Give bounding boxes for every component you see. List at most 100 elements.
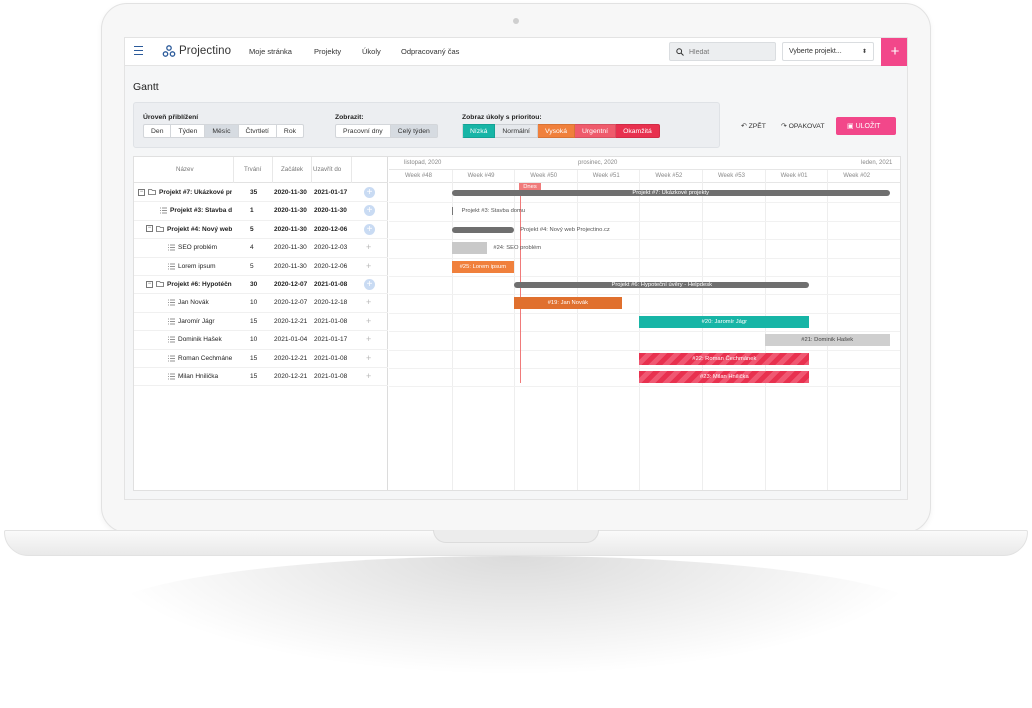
priority-low-button[interactable]: Nízká xyxy=(462,124,496,138)
add-subtask-icon[interactable]: + xyxy=(364,279,375,290)
gantt-bar[interactable] xyxy=(451,242,488,255)
priority-normal-button[interactable]: Normální xyxy=(495,124,538,138)
table-row[interactable]: Lorem ipsum 5 2020-11-30 2020-12-06 + xyxy=(134,258,388,276)
table-row[interactable]: − Projekt #6: Hypotéční 30 2020-12-07 2021-0… xyxy=(134,276,388,295)
month-label: prosinec, 2020 xyxy=(578,160,618,166)
table-row[interactable]: Projekt #3: Stavba don 1 2020-11-30 2020-11… xyxy=(134,202,388,221)
row-gridline xyxy=(389,349,900,351)
priority-urgent-button[interactable]: Urgentní xyxy=(575,124,617,138)
zoom-week-button[interactable]: Týden xyxy=(171,124,206,138)
week-label: Week #48 xyxy=(405,173,432,179)
redo-icon: ↷ xyxy=(781,123,789,130)
week-label: Week #49 xyxy=(467,173,495,179)
gantt-bar[interactable]: #21: Dominik Hašek xyxy=(764,334,890,347)
zoom-month-button[interactable]: Měsíc xyxy=(205,124,239,138)
nav-my-page[interactable]: Moje stránka xyxy=(249,47,292,56)
gantt-bar-label: Projekt #4: Nový web Projectino.cz xyxy=(520,226,610,233)
week-gridline xyxy=(702,170,703,490)
week-gridline xyxy=(451,170,453,490)
row-start: 2020-11-30 xyxy=(274,225,307,233)
gantt-bar-label: #19: Jan Novák xyxy=(547,300,588,307)
save-button[interactable]: ▣ ULOŽIT xyxy=(836,117,896,135)
task-list-icon xyxy=(168,299,175,306)
row-duration: 15 xyxy=(250,317,258,325)
table-row[interactable]: Roman Čechmánek 15 2020-12-21 2021-01-08 + xyxy=(134,350,388,368)
col-duration-header[interactable]: Trvání xyxy=(244,166,261,173)
add-button[interactable]: + xyxy=(881,38,907,66)
week-gridline xyxy=(764,170,766,490)
row-name: Jan Novák xyxy=(178,299,209,307)
gantt-milestone[interactable] xyxy=(451,207,453,216)
app-logo[interactable]: Projectino xyxy=(162,44,231,58)
gantt-bar[interactable]: #22: Roman Čechmánek xyxy=(639,352,810,365)
row-end: 2021-01-08 xyxy=(314,281,348,288)
add-subtask-icon[interactable]: + xyxy=(366,297,371,307)
gantt-bar[interactable]: #23: Milan Hnilička xyxy=(639,371,810,383)
zoom-day-button[interactable]: Den xyxy=(143,124,172,138)
gantt-bar-label: Projekt #6: Hypoteční úvěry - Helpdesk xyxy=(611,282,712,288)
folder-icon xyxy=(148,189,156,195)
table-row[interactable]: Jan Novák 10 2020-12-07 2020-12-18 + xyxy=(134,294,388,313)
add-subtask-icon[interactable]: + xyxy=(366,316,371,326)
collapse-toggle-icon[interactable]: − xyxy=(146,225,153,233)
collapse-toggle-icon[interactable]: − xyxy=(146,280,153,288)
table-row[interactable]: Dominik Hašek 10 2021-01-04 2021-01-17 + xyxy=(134,331,388,350)
row-start: 2020-12-21 xyxy=(274,373,308,380)
add-subtask-icon[interactable]: + xyxy=(366,242,371,252)
table-row[interactable]: SEO problém 4 2020-11-30 2020-12-03 + xyxy=(134,239,388,258)
gantt-bar[interactable]: #25: Lorem ipsum xyxy=(451,260,515,273)
table-row[interactable]: − Projekt #4: Nový web 5 2020-11-30 2020-12-… xyxy=(134,221,388,240)
nav-time-spent[interactable]: Odpracovaný čas xyxy=(401,47,459,56)
laptop-notch xyxy=(433,530,599,543)
month-label: leden, 2021 xyxy=(861,160,893,166)
table-row[interactable]: Jaromír Jágr 15 2020-12-21 2021-01-08 + xyxy=(134,313,388,332)
undo-icon: ↶ xyxy=(741,123,749,130)
app-screen: Projectino Moje stránka Projekty Úkoly O… xyxy=(124,37,908,500)
task-list-icon xyxy=(160,207,167,214)
search-box xyxy=(669,42,776,61)
row-duration: 4 xyxy=(250,244,254,252)
row-gridline xyxy=(389,368,900,369)
nav-projects[interactable]: Projekty xyxy=(314,47,341,56)
collapse-toggle-icon[interactable]: − xyxy=(138,188,145,196)
week-gridline xyxy=(514,170,516,490)
add-subtask-icon[interactable]: + xyxy=(364,223,375,235)
undo-button[interactable]: ↶ ZPĚT xyxy=(741,122,766,130)
table-row[interactable]: Milan Hnilička 15 2020-12-21 2021-01-08 + xyxy=(134,368,388,387)
add-subtask-icon[interactable]: + xyxy=(364,187,375,198)
workdays-button[interactable]: Pracovní dny xyxy=(335,124,391,138)
zoom-quarter-button[interactable]: Čtvrtletí xyxy=(238,124,277,138)
col-start-header[interactable]: Začátek xyxy=(281,166,303,173)
priority-immediate-button[interactable]: Okamžitá xyxy=(616,124,660,138)
add-subtask-icon[interactable]: + xyxy=(364,205,375,217)
week-label: Week #52 xyxy=(655,173,683,179)
search-input[interactable] xyxy=(689,46,769,58)
gantt-bar[interactable]: Projekt #7: Ukázkové projekty xyxy=(451,190,890,196)
row-name: Projekt #3: Stavba don xyxy=(170,207,232,215)
row-end: 2020-12-06 xyxy=(314,225,348,233)
priority-high-button[interactable]: Vysoká xyxy=(537,124,575,138)
nav-tasks[interactable]: Úkoly xyxy=(362,47,381,56)
zoom-year-button[interactable]: Rok xyxy=(276,124,305,138)
gantt-bar[interactable]: #19: Jan Novák xyxy=(514,297,622,310)
add-subtask-icon[interactable]: + xyxy=(366,353,371,363)
gantt-bar[interactable] xyxy=(451,226,515,233)
gantt-bar[interactable]: #20: Jaromír Jágr xyxy=(639,315,810,328)
gantt-bar[interactable]: Projekt #6: Hypoteční úvěry - Helpdesk xyxy=(514,282,810,288)
redo-button[interactable]: ↷ OPAKOVAT xyxy=(781,122,824,130)
row-end: 2021-01-08 xyxy=(314,354,348,362)
menu-icon[interactable] xyxy=(134,46,143,55)
project-select[interactable]: Vyberte projekt... ⬍ xyxy=(782,42,874,61)
grid-header: Název Trvání Začátek Uzavřít do xyxy=(134,157,388,183)
col-end-header[interactable]: Uzavřít do xyxy=(313,166,341,173)
full-week-button[interactable]: Celý týden xyxy=(390,124,438,138)
week-scale: Week #48 Week #49 Week #50 Week #51 Week #52… xyxy=(389,170,900,183)
add-subtask-icon[interactable]: + xyxy=(366,261,371,271)
table-row[interactable]: − Projekt #7: Ukázkové pr 35 2020-11-30 2021… xyxy=(134,184,388,203)
row-duration: 5 xyxy=(250,225,254,233)
col-name-header[interactable]: Název xyxy=(176,166,194,173)
add-subtask-icon[interactable]: + xyxy=(366,334,371,344)
add-subtask-icon[interactable]: + xyxy=(366,371,371,381)
week-label: Week #53 xyxy=(718,173,745,179)
zoom-buttons: Den Týden Měsíc Čtvrtletí Rok xyxy=(143,124,305,138)
